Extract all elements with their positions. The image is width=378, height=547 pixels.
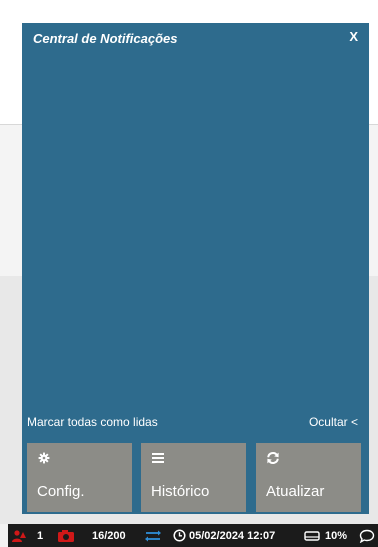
notification-center-panel: Central de Notificações X Marcar todas c… bbox=[22, 23, 369, 514]
panel-title: Central de Notificações bbox=[33, 31, 178, 46]
history-button-label: Histórico bbox=[151, 483, 210, 500]
history-button[interactable]: Histórico bbox=[141, 443, 246, 512]
disk-drive-icon bbox=[304, 524, 320, 547]
refresh-button[interactable]: Atualizar bbox=[256, 443, 361, 512]
config-button[interactable]: Config. bbox=[27, 443, 132, 512]
status-bar: 1 16/200 05/02/2024 12:07 10% bbox=[8, 524, 378, 547]
user-alert-icon[interactable] bbox=[11, 524, 27, 547]
disk-usage-percent: 10% bbox=[325, 529, 348, 542]
config-button-label: Config. bbox=[37, 483, 85, 500]
capacity-counter: 16/200 bbox=[92, 529, 126, 542]
list-icon bbox=[151, 451, 165, 465]
sync-arrows-icon[interactable] bbox=[145, 524, 161, 547]
close-button[interactable]: X bbox=[349, 29, 358, 44]
clock-icon bbox=[173, 524, 186, 547]
camera-icon[interactable] bbox=[57, 524, 75, 547]
chat-icon[interactable] bbox=[359, 524, 375, 547]
datetime-display: 05/02/2024 12:07 bbox=[189, 529, 276, 542]
users-count: 1 bbox=[37, 529, 44, 542]
refresh-icon bbox=[266, 451, 280, 465]
notifications-list bbox=[22, 53, 369, 408]
hide-panel-link[interactable]: Ocultar < bbox=[309, 415, 358, 429]
mark-all-read-link[interactable]: Marcar todas como lidas bbox=[27, 415, 158, 429]
gear-icon bbox=[37, 451, 51, 465]
refresh-button-label: Atualizar bbox=[266, 483, 325, 500]
